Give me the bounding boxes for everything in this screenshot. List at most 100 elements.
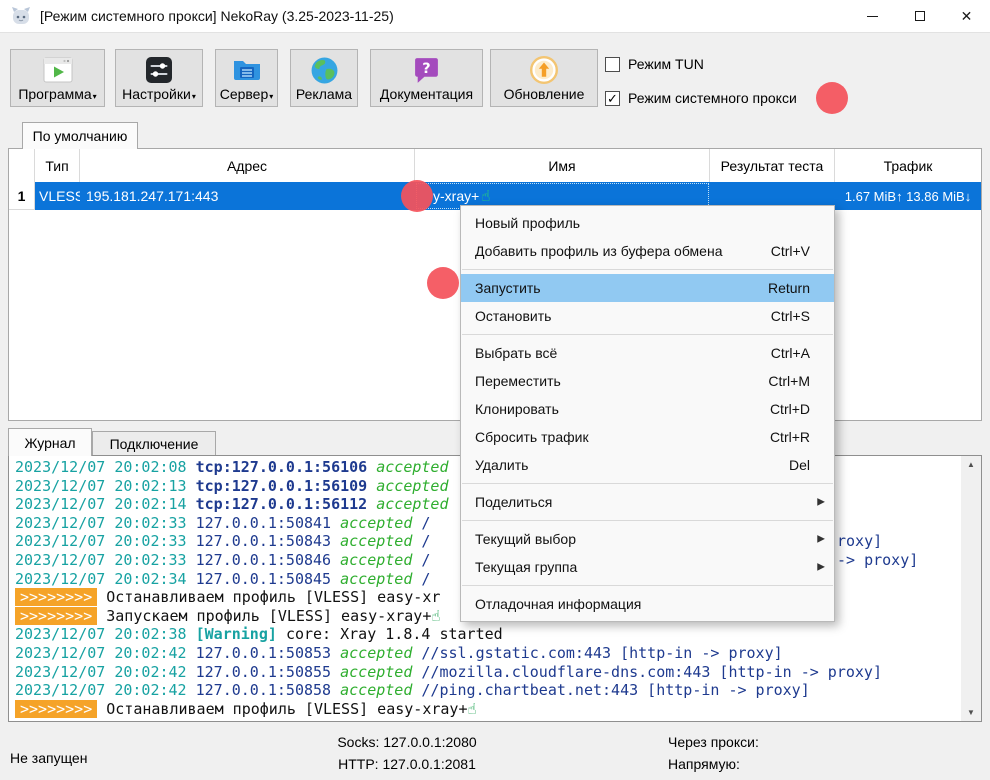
column-header-5[interactable]: Трафик: [835, 149, 981, 182]
menu-item-select-all[interactable]: Выбрать всёCtrl+A: [461, 339, 834, 367]
scroll-down-icon[interactable]: ▼: [961, 704, 981, 721]
menu-item-shortcut: Ctrl+M: [768, 373, 810, 389]
server-button[interactable]: Сервер▾: [215, 49, 278, 107]
column-header-3[interactable]: Имя: [415, 149, 710, 182]
menu-item-shortcut: Ctrl+V: [771, 243, 810, 259]
update-button[interactable]: Обновление: [490, 49, 598, 107]
tun-mode-checkbox[interactable]: Режим TUN: [605, 56, 704, 72]
log-ok: accepted: [340, 551, 421, 569]
row-number-cell: 1: [9, 182, 35, 210]
log-msg: Останавливаем профиль [VLESS] easy-xr: [106, 588, 440, 606]
menu-item-shortcut: Return: [768, 280, 810, 296]
settings-button[interactable]: Настройки▾: [115, 49, 203, 107]
log-addr: 127.0.0.1:50853: [196, 644, 341, 662]
log-time: 2023/12/07 20:02:33: [15, 514, 196, 532]
status-via-proxy: Через прокси:: [668, 731, 759, 753]
menu-item-label: Поделиться: [475, 494, 552, 510]
log-msg: Запускаем профиль [VLESS] easy-xray+: [106, 607, 431, 625]
cell-traffic: 1.67 MiB↑ 13.86 MiB↓: [835, 182, 981, 210]
status-http: HTTP: 127.0.0.1:2081: [300, 753, 514, 775]
menu-separator: [462, 585, 833, 586]
checkbox-box: [605, 57, 620, 72]
menu-item-shortcut: Del: [789, 457, 810, 473]
menu-item-shortcut: Ctrl+R: [770, 429, 810, 445]
log-addr: 127.0.0.1:50858: [196, 681, 341, 699]
log-ok: accepted: [376, 477, 448, 495]
column-header-1[interactable]: Тип: [35, 149, 80, 182]
log-ok: accepted: [376, 458, 448, 476]
minimize-icon: [867, 16, 878, 17]
menu-item-debug-info[interactable]: Отладочная информация: [461, 590, 834, 618]
log-scrollbar[interactable]: ▲▼: [961, 456, 981, 721]
menu-item-clone[interactable]: КлонироватьCtrl+D: [461, 395, 834, 423]
log-time: 2023/12/07 20:02:42: [15, 644, 196, 662]
menu-item-reset-traffic[interactable]: Сбросить трафик Ctrl+R: [461, 423, 834, 451]
log-url: /: [421, 570, 430, 588]
tab-default-group[interactable]: По умолчанию: [22, 122, 138, 149]
log-ok: accepted: [376, 495, 448, 513]
context-menu: Новый профильДобавить профиль из буфера …: [460, 205, 835, 622]
log-ok: accepted: [340, 663, 421, 681]
settings-sliders-icon: [116, 54, 202, 86]
window-controls: ✕: [849, 0, 990, 32]
log-time: 2023/12/07 20:02:42: [15, 681, 196, 699]
menu-item-share[interactable]: Поделиться▶: [461, 488, 834, 516]
menu-item-delete[interactable]: УдалитьDel: [461, 451, 834, 479]
title-bar: [Режим системного прокси] NekoRay (3.25-…: [0, 0, 990, 33]
tab-connection-label: Подключение: [110, 436, 199, 452]
ads-button[interactable]: Реклама: [290, 49, 358, 107]
log-url: /: [421, 532, 430, 550]
menu-item-shortcut: Ctrl+D: [770, 401, 810, 417]
svg-text:?: ?: [422, 61, 430, 77]
system-proxy-mode-checkbox[interactable]: ✓Режим системного прокси: [605, 90, 797, 106]
docs-button[interactable]: ? Документация: [370, 49, 483, 107]
menu-item-new-profile[interactable]: Новый профиль: [461, 209, 834, 237]
dropdown-arrow-icon: ▾: [93, 92, 97, 101]
status-routing: Через прокси: Напрямую:: [668, 731, 759, 775]
settings-button-label: Настройки▾: [116, 86, 202, 105]
menu-item-add-profile-clipboard[interactable]: Добавить профиль из буфера обменаCtrl+V: [461, 237, 834, 265]
menu-item-move[interactable]: ПереместитьCtrl+M: [461, 367, 834, 395]
profile-name: y-xray+: [433, 188, 479, 204]
submenu-arrow-icon: ▶: [817, 534, 825, 545]
tab-journal[interactable]: Журнал: [8, 428, 92, 456]
column-header-2[interactable]: Адрес: [80, 149, 415, 182]
menu-item-label: Запустить: [475, 280, 541, 296]
log-line: 2023/12/07 20:02:38 [Warning] core: Xray…: [15, 625, 957, 644]
program-button[interactable]: Программа▾: [10, 49, 105, 107]
menu-item-start[interactable]: Запустить Return: [461, 274, 834, 302]
log-tcp: tcp:127.0.0.1:56112: [196, 495, 377, 513]
minimize-button[interactable]: [849, 0, 896, 32]
menu-item-stop[interactable]: ОстановитьCtrl+S: [461, 302, 834, 330]
log-addr: 127.0.0.1:50845: [196, 570, 341, 588]
menu-item-label: Отладочная информация: [475, 596, 641, 612]
cursor-icon: ☝: [481, 187, 490, 205]
menu-item-label: Сбросить трафик: [475, 429, 589, 445]
maximize-button[interactable]: [896, 0, 943, 32]
scroll-up-icon[interactable]: ▲: [961, 456, 981, 473]
log-msg: Останавливаем профиль [VLESS] easy-xray+: [106, 700, 467, 718]
log-ok: accepted: [340, 532, 421, 550]
menu-item-current-select[interactable]: Текущий выбор▶: [461, 525, 834, 553]
log-marker: >>>>>>>>: [15, 607, 97, 625]
log-warn: [Warning]: [196, 625, 286, 643]
docs-button-label: Документация: [371, 86, 482, 103]
tab-connection[interactable]: Подключение: [92, 431, 216, 456]
dropdown-arrow-icon: ▾: [269, 92, 273, 101]
close-button[interactable]: ✕: [943, 0, 990, 32]
menu-separator: [462, 483, 833, 484]
log-time: 2023/12/07 20:02:34: [15, 570, 196, 588]
log-tail-fragment: roxy]: [837, 532, 882, 551]
menu-item-current-group[interactable]: Текущая группа▶: [461, 553, 834, 581]
log-line: 2023/12/07 20:02:42 127.0.0.1:50853 acce…: [15, 644, 957, 663]
log-plain: core: Xray 1.8.4 started: [286, 625, 503, 643]
log-ok: accepted: [340, 570, 421, 588]
log-ok: accepted: [340, 644, 421, 662]
checkbox-box: ✓: [605, 91, 620, 106]
status-state: Не запущен: [10, 750, 87, 766]
column-header-4[interactable]: Результат теста: [710, 149, 835, 182]
menu-item-label: Выбрать всё: [475, 345, 557, 361]
log-time: 2023/12/07 20:02:33: [15, 551, 196, 569]
log-ok: accepted: [340, 514, 421, 532]
cell-type: VLESS: [35, 182, 80, 210]
